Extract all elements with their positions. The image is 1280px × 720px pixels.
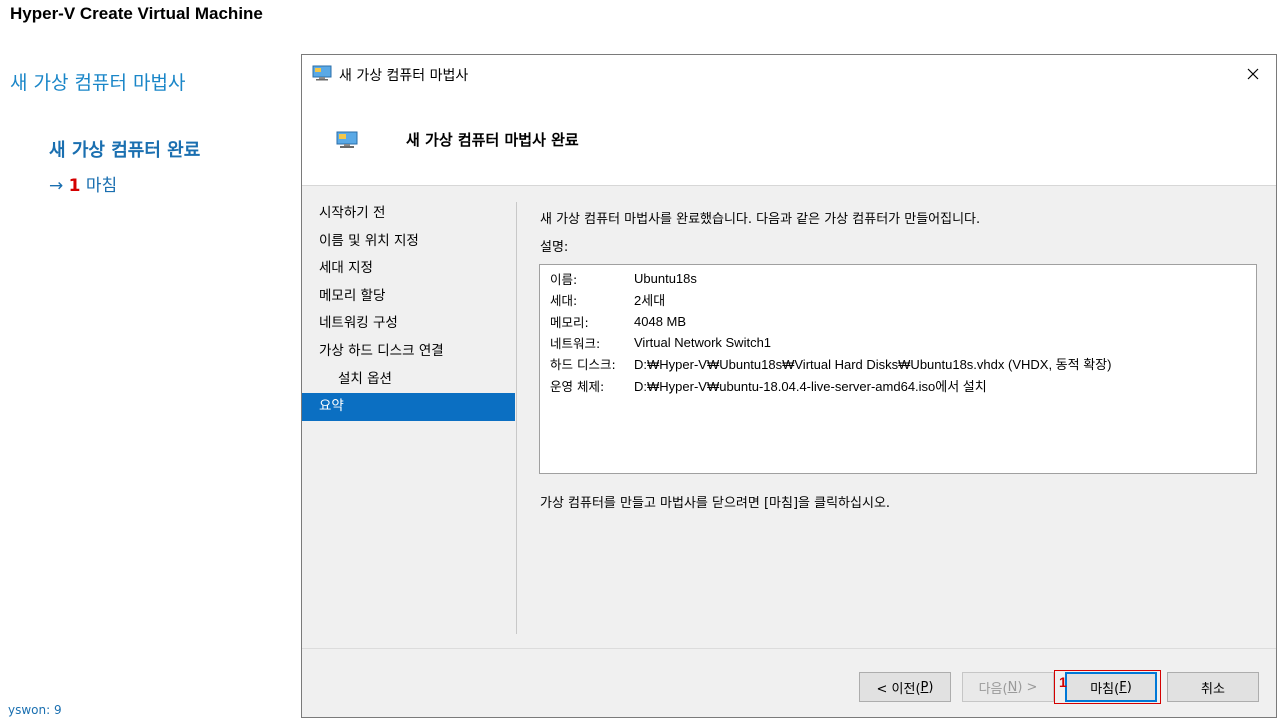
previous-mnemonic: P [920,679,929,695]
wizard-nav-item[interactable]: 설치 옵션 [302,366,515,394]
wizard-body: 시작하기 전 이름 및 위치 지정 세대 지정 메모리 할당 네트워킹 구성 가상 하드 … [302,185,1276,717]
next-mnemonic: N [1007,679,1018,695]
wizard-nav-item[interactable]: 가상 하드 디스크 연결 [302,338,515,366]
next-button[interactable]: 다음(N) > [962,672,1054,702]
wizard-step-nav: 시작하기 전 이름 및 위치 지정 세대 지정 메모리 할당 네트워킹 구성 가상 하드 … [302,200,515,421]
page-title: Hyper-V Create Virtual Machine [10,4,263,23]
finish-hint: 가상 컴퓨터를 만들고 마법사를 닫으려면 [마침]을 클릭하십시오. [540,496,891,511]
guide-title: 새 가상 컴퓨터 마법사 [10,72,186,94]
finish-button[interactable]: 마침(F) [1065,672,1157,702]
summary-key: 네트워크: [550,336,601,352]
summary-key: 운영 체제: [550,378,605,394]
close-icon [1247,68,1259,80]
dialog-titlebar[interactable]: 새 가상 컴퓨터 마법사 [302,55,1276,93]
summary-value: Virtual Network Switch1 [634,335,772,351]
wizard-nav-item[interactable]: 이름 및 위치 지정 [302,228,515,256]
guide-step-number: 1 [68,176,81,196]
summary-row: 하드 디스크: D:₩Hyper-V₩Ubuntu18s₩Virtual Hard… [550,353,1256,374]
guide-arrow: → [49,176,64,196]
summary-key: 하드 디스크: [550,357,616,373]
summary-key: 세대: [550,293,578,309]
vm-wizard-icon [336,131,358,148]
nav-divider [516,202,517,634]
finish-mnemonic: F [1119,679,1127,695]
wizard-header-title: 새 가상 컴퓨터 마법사 완료 [406,131,579,149]
guide-step-label: 마침 [85,176,118,196]
finish-step-badge: 1 [1059,674,1067,690]
next-button-label: 다음( [978,681,1008,697]
cancel-button[interactable]: 취소 [1167,672,1259,702]
summary-value: D:₩Hyper-V₩ubuntu-18.04.4-live-server-am… [634,378,987,394]
wizard-nav-item[interactable]: 시작하기 전 [302,200,515,228]
summary-row: 세대: 2세대 [550,289,1256,310]
vm-monitor-icon [312,65,332,81]
previous-button-label: < 이전( [876,681,921,697]
summary-list[interactable]: 이름: Ubuntu18s 세대: 2세대메모리: 4048 MB 네트워크: Virtua… [539,264,1257,474]
summary-value: D:₩Hyper-V₩Ubuntu18s₩Virtual Hard Disks₩… [634,357,1112,373]
summary-row: 이름: Ubuntu18s [550,268,1256,289]
wizard-header: 새 가상 컴퓨터 마법사 완료 [302,93,1276,185]
button-bar-divider [302,648,1276,649]
summary-intro: 새 가상 컴퓨터 마법사를 완료했습니다. 다음과 같은 가상 컴퓨터가 만들어… [540,212,981,227]
summary-row: 메모리: 4048 MB [550,311,1256,332]
guide-subtitle: 새 가상 컴퓨터 완료 [49,140,201,161]
wizard-nav-item[interactable]: 메모리 할당 [302,283,515,311]
summary-label: 설명: [540,240,569,255]
cancel-button-label: 취소 [1201,681,1225,697]
wizard-nav-item[interactable]: 세대 지정 [302,255,515,283]
finish-button-label: 마침( [1090,681,1120,697]
summary-row: 네트워크: Virtual Network Switch1 [550,332,1256,353]
wizard-nav-item[interactable]: 요약 [302,393,515,421]
summary-key: 이름: [550,272,578,288]
summary-row: 운영 체제: D:₩Hyper-V₩ubuntu-18.04.4-live-ser… [550,374,1256,395]
summary-value: 2세대 [634,293,666,309]
wizard-nav-item[interactable]: 네트워킹 구성 [302,310,515,338]
close-button[interactable] [1230,55,1276,93]
summary-value: 4048 MB [634,313,687,329]
summary-value: Ubuntu18s [634,271,697,287]
dialog-title: 새 가상 컴퓨터 마법사 [339,68,469,84]
wizard-dialog: 새 가상 컴퓨터 마법사 새 가상 컴퓨터 마법사 완료 시작하기 전 이름 및 … [301,54,1277,718]
previous-button[interactable]: < 이전(P) [859,672,951,702]
previous-button-suffix: ) [928,679,934,695]
guide-step: → 1 마침 [49,171,117,196]
next-button-suffix: ) > [1017,679,1038,695]
summary-key: 메모리: [550,314,589,330]
footer-note: yswon: 9 [8,703,62,717]
finish-button-suffix: ) [1126,679,1132,695]
